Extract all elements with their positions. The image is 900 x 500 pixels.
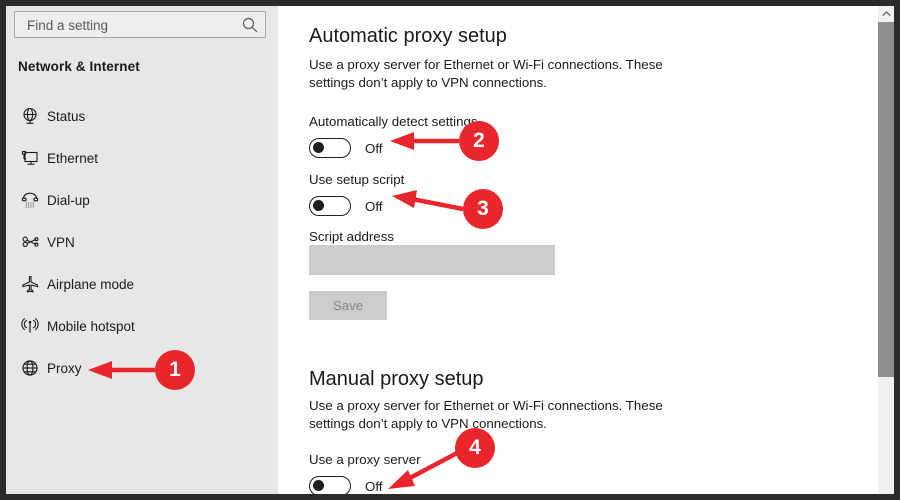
airplane-icon [22,275,39,293]
annotation-badge-2: 2 [459,121,499,161]
sidebar-item-label: Airplane mode [47,276,135,292]
sidebar-item-ethernet[interactable]: Ethernet [6,141,278,175]
auto-detect-settings-state: Off [365,140,383,156]
vertical-scrollbar[interactable] [878,6,894,494]
sidebar-item-label: Ethernet [47,150,99,166]
annotation-badge-4: 4 [455,428,495,468]
globe-icon [22,360,38,376]
save-button[interactable]: Save [309,291,387,320]
manual-proxy-setup-description: Use a proxy server for Ethernet or Wi-Fi… [309,398,663,431]
auto-detect-settings-toggle[interactable] [309,138,351,158]
content-pane: Automatic proxy setup Use a proxy server… [278,6,894,494]
automatic-proxy-setup-description: Use a proxy server for Ethernet or Wi-Fi… [309,57,663,90]
sidebar-item-proxy[interactable]: Proxy [6,351,278,385]
sidebar-category-title: Network & Internet [18,59,140,74]
auto-detect-settings-toggle-row[interactable]: Off [309,137,383,159]
use-proxy-server-state: Off [365,478,383,494]
sidebar-item-airplane-mode[interactable]: Airplane mode [6,267,278,301]
sidebar-item-label: Proxy [47,360,82,376]
search-box[interactable] [14,11,266,39]
sidebar-item-dial-up[interactable]: Dial-up [6,183,278,217]
annotation-badge-1: 1 [155,350,195,390]
toggle-knob [313,480,324,491]
scrollbar-thumb[interactable] [878,22,894,377]
use-proxy-server-label: Use a proxy server [309,452,421,467]
vpn-key-icon [22,236,39,248]
globe-status-icon [23,107,37,124]
search-icon [242,17,258,33]
search-input[interactable] [25,12,239,39]
use-setup-script-toggle-row[interactable]: Off [309,195,383,217]
sidebar-item-label: Mobile hotspot [47,318,135,334]
telephone-icon [21,192,39,208]
use-setup-script-toggle[interactable] [309,196,351,216]
sidebar-item-label: Dial-up [47,192,90,208]
sidebar: Network & Internet Status Ethernet [6,6,278,494]
auto-detect-settings-label: Automatically detect settings [309,114,478,129]
sidebar-item-label: VPN [47,234,75,250]
use-setup-script-state: Off [365,198,383,214]
scrollbar-up-button[interactable] [878,6,894,22]
use-proxy-server-toggle[interactable] [309,476,351,494]
toggle-knob [313,142,324,153]
manual-proxy-setup-title: Manual proxy setup [309,368,484,391]
ethernet-monitor-icon [21,150,38,165]
script-address-input[interactable] [309,245,555,275]
sidebar-item-status[interactable]: Status [6,99,278,133]
script-address-label: Script address [309,229,394,244]
broadcast-antenna-icon [21,317,39,333]
sidebar-item-label: Status [47,108,86,124]
use-proxy-server-toggle-row[interactable]: Off [309,475,383,494]
toggle-knob [313,200,324,211]
chevron-up-icon [881,11,891,17]
settings-window: Network & Internet Status Ethernet [6,6,894,494]
automatic-proxy-setup-title: Automatic proxy setup [309,25,507,48]
annotation-badge-3: 3 [463,189,503,229]
sidebar-item-mobile-hotspot[interactable]: Mobile hotspot [6,309,278,343]
use-setup-script-label: Use setup script [309,172,405,187]
sidebar-item-vpn[interactable]: VPN [6,225,278,259]
